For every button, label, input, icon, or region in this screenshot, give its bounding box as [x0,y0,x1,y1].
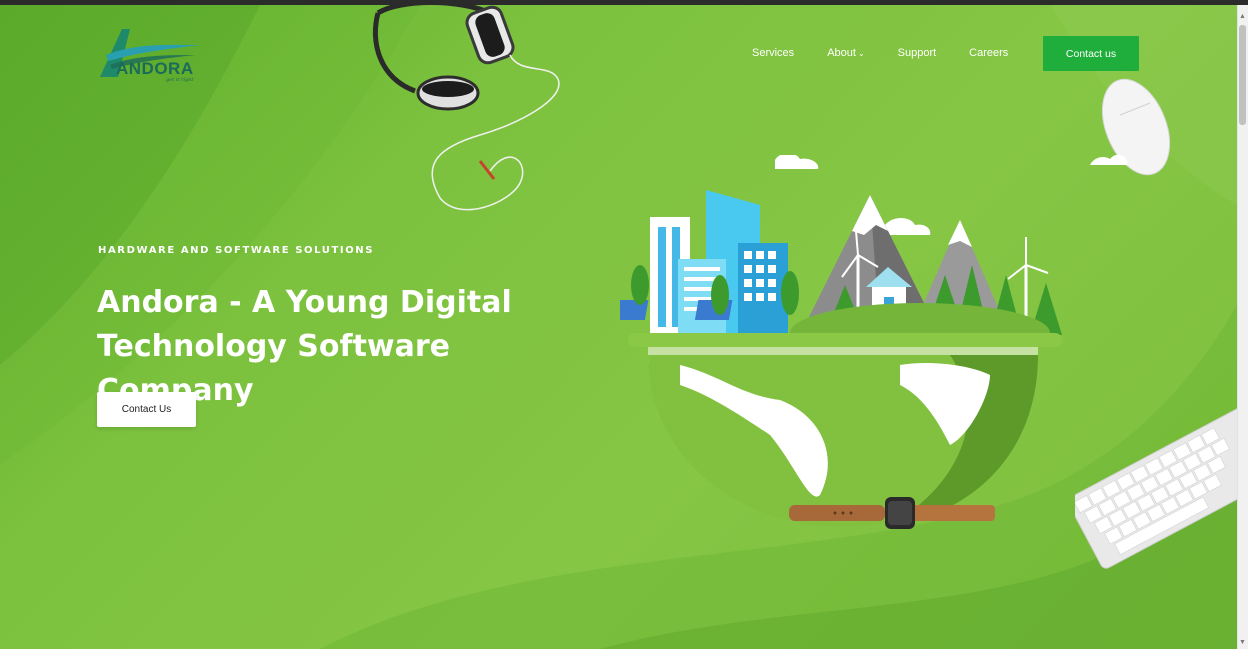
page-scrollbar[interactable]: ▲ ▼ [1237,5,1248,649]
main-nav: Services About ⌄ Support Careers [752,47,1041,59]
logo-wordmark: ANDORA [116,59,194,78]
scrollbar-thumb[interactable] [1239,25,1246,125]
andora-logo[interactable]: ANDORA get it right [96,25,206,87]
hero-eyebrow: HARDWARE AND SOFTWARE SOLUTIONS [98,245,375,256]
scroll-up-arrow-icon[interactable]: ▲ [1238,13,1247,21]
nav-item-about[interactable]: About ⌄ [827,47,864,59]
hero-contact-button[interactable]: Contact Us [97,392,196,427]
nav-item-support[interactable]: Support [898,47,937,59]
headphones-icon [372,5,560,211]
hero-section: ANDORA get it right Services About ⌄ Supp… [0,5,1237,649]
nav-item-about-label: About [827,47,856,59]
mouse-icon [1090,78,1171,176]
nav-item-careers[interactable]: Careers [969,47,1008,59]
smartwatch-icon [789,497,995,529]
logo-tagline: get it right [166,77,194,83]
chevron-down-icon: ⌄ [857,49,865,58]
nav-item-services[interactable]: Services [752,47,794,59]
scroll-down-arrow-icon[interactable]: ▼ [1238,639,1247,647]
earth-city-illustration [620,155,1062,527]
keyboard-icon [1075,407,1237,569]
contact-us-button[interactable]: Contact us [1043,36,1139,71]
